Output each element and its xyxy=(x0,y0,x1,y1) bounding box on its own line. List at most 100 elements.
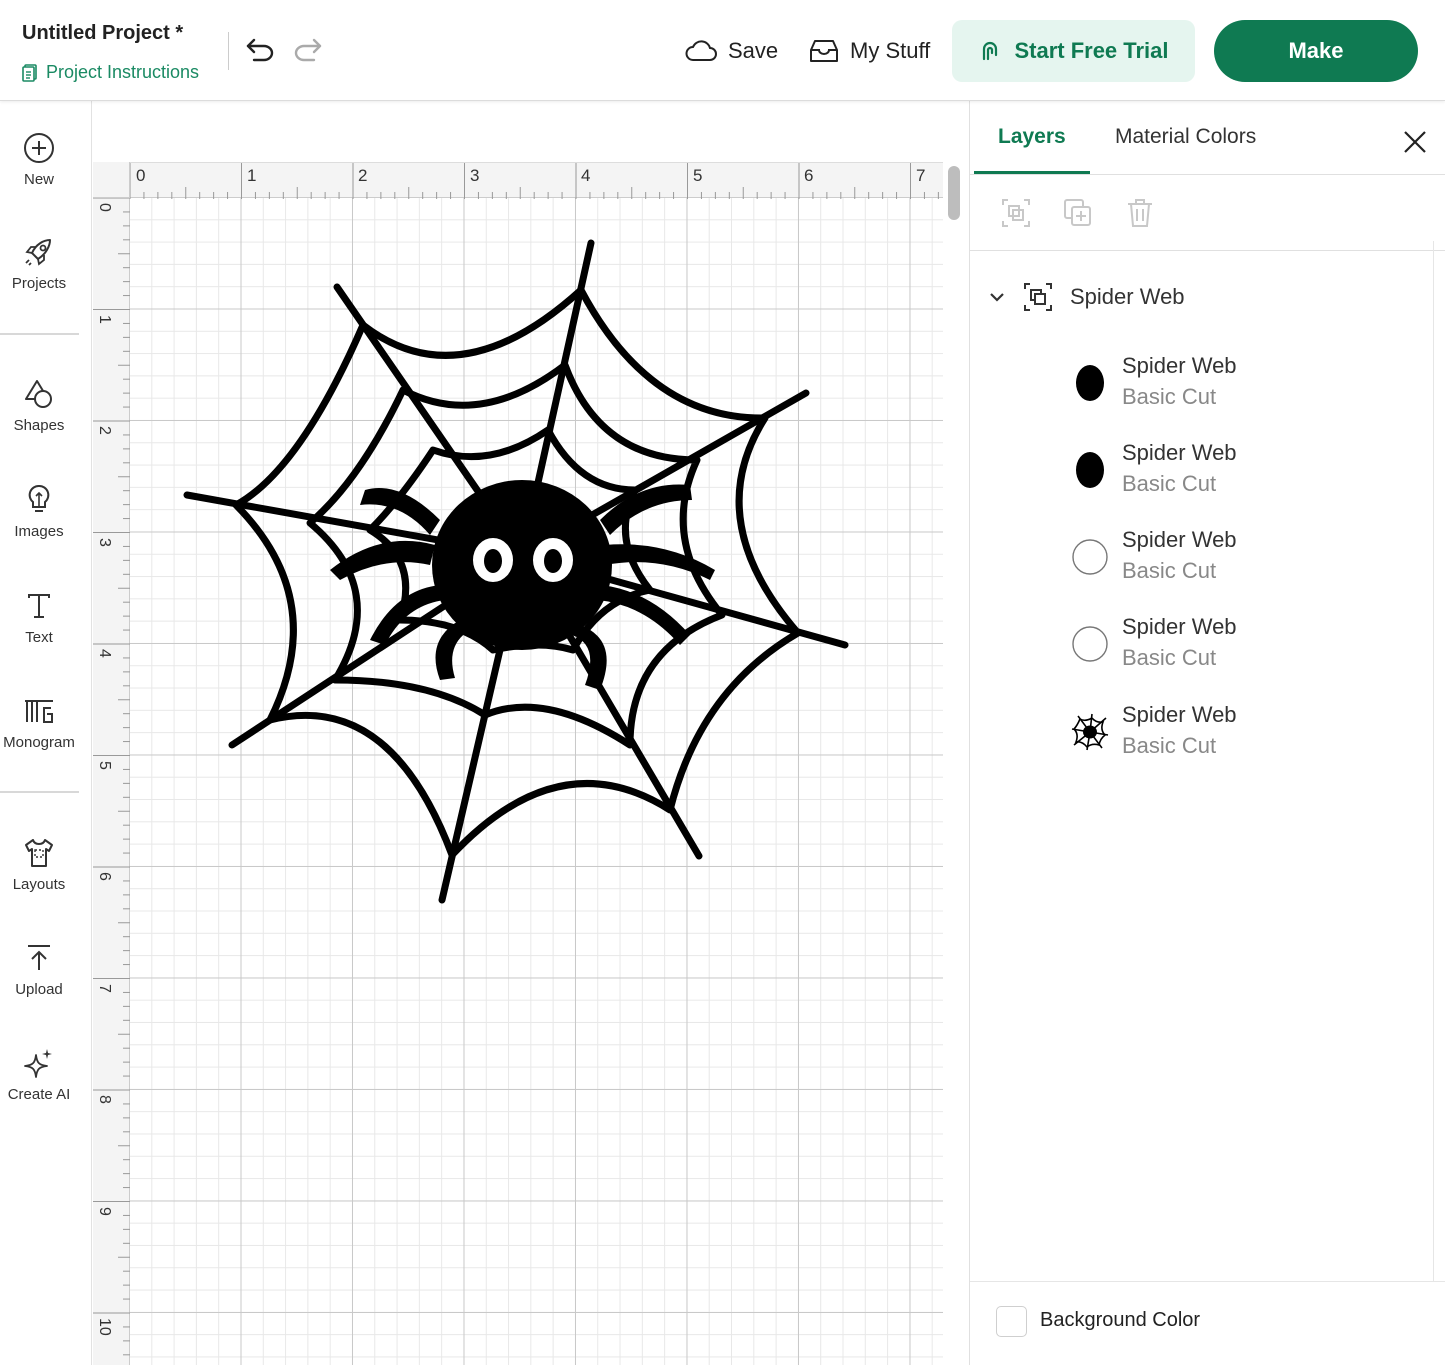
sidebar-item-monogram[interactable]: Monogram xyxy=(0,694,78,751)
layer-swatch[interactable] xyxy=(1070,624,1110,664)
ruler-label-y: 8 xyxy=(96,1095,113,1104)
left-sidebar: New Projects Shapes Images Text Monogram… xyxy=(0,101,92,1365)
ruler-ticks-x xyxy=(129,163,939,199)
redo-icon[interactable] xyxy=(292,34,324,64)
rocket-icon xyxy=(25,239,51,266)
ruler-label-y: 3 xyxy=(96,538,113,547)
layer-operation: Basic Cut xyxy=(1122,384,1217,409)
layer-operation: Basic Cut xyxy=(1122,645,1217,670)
make-button[interactable]: Make xyxy=(1214,20,1418,82)
lightbulb-icon xyxy=(28,484,50,512)
sidebar-item-layouts[interactable]: Layouts xyxy=(0,836,78,893)
ruler-label-x: 3 xyxy=(470,166,480,185)
trash-icon[interactable] xyxy=(1124,197,1156,229)
sidebar-item-label: Shapes xyxy=(13,417,65,434)
ruler-label-x: 1 xyxy=(247,166,257,185)
sidebar-item-create-ai[interactable]: Create AI xyxy=(0,1046,78,1103)
layer-swatch[interactable] xyxy=(1070,363,1110,403)
sidebar-item-upload[interactable]: Upload xyxy=(0,941,78,998)
duplicate-icon[interactable] xyxy=(1062,197,1094,229)
text-icon xyxy=(28,594,50,618)
ruler-label-x: 5 xyxy=(693,166,703,185)
cloud-icon xyxy=(685,40,717,61)
tab-material-colors[interactable]: Material Colors xyxy=(1115,125,1256,149)
sidebar-item-label: New xyxy=(23,171,54,188)
background-color-checkbox[interactable] xyxy=(996,1306,1027,1337)
sidebar-item-label: Layouts xyxy=(12,876,66,893)
ruler-label-y: 9 xyxy=(96,1207,113,1216)
my-stuff-button[interactable]: My Stuff xyxy=(808,30,930,72)
layer-item[interactable]: Spider Web Basic Cut xyxy=(1070,440,1370,500)
monogram-icon xyxy=(25,700,53,723)
layer-swatch[interactable] xyxy=(1070,450,1110,490)
project-title[interactable]: Untitled Project * xyxy=(22,22,183,45)
sidebar-item-images[interactable]: Images xyxy=(0,483,78,540)
layer-toolbar xyxy=(970,197,1445,251)
ruler-label-y: 6 xyxy=(96,872,113,881)
layer-swatch[interactable] xyxy=(1070,537,1110,577)
layer-item[interactable]: Spider Web Basic Cut xyxy=(1070,702,1370,762)
close-icon[interactable] xyxy=(1400,127,1430,157)
chevron-down-icon[interactable] xyxy=(988,288,1006,306)
ruler-label-x: 6 xyxy=(804,166,814,185)
sidebar-item-new[interactable]: New xyxy=(0,131,78,188)
sidebar-item-label: Images xyxy=(14,523,64,540)
sidebar-item-label: Monogram xyxy=(3,734,75,751)
group-name: Spider Web xyxy=(1070,284,1185,309)
top-bar: Untitled Project * Project Instructions … xyxy=(0,0,1445,101)
ruler-label-y: 7 xyxy=(96,984,113,993)
shirt-icon xyxy=(25,839,53,867)
sidebar-item-label: Projects xyxy=(11,275,67,292)
layer-item[interactable]: Spider Web Basic Cut xyxy=(1070,527,1370,587)
document-icon xyxy=(22,63,37,82)
ruler-label-x: 2 xyxy=(358,166,368,185)
layers-panel: Layers Material Colors Spider Web Spider… xyxy=(969,101,1445,1365)
ruler-label-x: 4 xyxy=(581,166,591,185)
background-color-row: Background Color xyxy=(970,1281,1445,1365)
sidebar-divider xyxy=(0,333,79,335)
layer-item[interactable]: Spider Web Basic Cut xyxy=(1070,614,1370,674)
sidebar-item-shapes[interactable]: Shapes xyxy=(0,377,78,434)
canvas-scrollbar[interactable] xyxy=(948,166,960,220)
ruler-ticks-y xyxy=(93,197,130,1356)
spider-web-artwork[interactable] xyxy=(130,198,943,1365)
sidebar-item-text[interactable]: Text xyxy=(0,589,78,646)
header-divider xyxy=(228,32,229,70)
tabs-divider xyxy=(970,174,1445,175)
project-instructions-link[interactable]: Project Instructions xyxy=(22,62,199,83)
my-stuff-label: My Stuff xyxy=(850,38,931,63)
save-button[interactable]: Save xyxy=(684,30,778,72)
ruler-label-y: 5 xyxy=(96,761,113,770)
tab-layers[interactable]: Layers xyxy=(998,125,1066,149)
layer-name: Spider Web xyxy=(1122,440,1237,465)
trial-icon xyxy=(983,41,998,61)
sparkle-icon xyxy=(24,1049,52,1078)
start-free-trial-label: Start Free Trial xyxy=(1014,38,1169,63)
layer-item[interactable]: Spider Web Basic Cut xyxy=(1070,353,1370,413)
ruler-label-y: 2 xyxy=(96,426,113,435)
layer-name: Spider Web xyxy=(1122,527,1237,552)
ruler-label-x: 0 xyxy=(136,166,146,185)
spider-web-thumbnail-icon[interactable] xyxy=(1070,712,1110,752)
ruler-label-y: 1 xyxy=(96,315,113,324)
undo-icon[interactable] xyxy=(244,34,276,64)
ruler-label-x: 7 xyxy=(916,166,926,185)
sidebar-item-projects[interactable]: Projects xyxy=(0,235,78,292)
layer-name: Spider Web xyxy=(1122,702,1237,727)
group-icon[interactable] xyxy=(1000,197,1032,229)
panel-scroll-track xyxy=(1433,241,1434,1281)
layer-name: Spider Web xyxy=(1122,614,1237,639)
group-icon xyxy=(1024,283,1052,311)
start-free-trial-button[interactable]: Start Free Trial xyxy=(952,20,1195,82)
layer-operation: Basic Cut xyxy=(1122,471,1217,496)
shapes-icon xyxy=(25,380,52,408)
inbox-icon xyxy=(810,40,838,62)
save-label: Save xyxy=(728,38,779,63)
layer-group-spider-web[interactable]: Spider Web xyxy=(988,281,1185,313)
sidebar-item-label: Create AI xyxy=(7,1086,71,1103)
ruler-label-y: 4 xyxy=(96,649,113,658)
ruler-horizontal xyxy=(93,162,943,199)
layer-name: Spider Web xyxy=(1122,353,1237,378)
ruler-label-y: 0 xyxy=(96,203,113,212)
layer-operation: Basic Cut xyxy=(1122,733,1217,758)
